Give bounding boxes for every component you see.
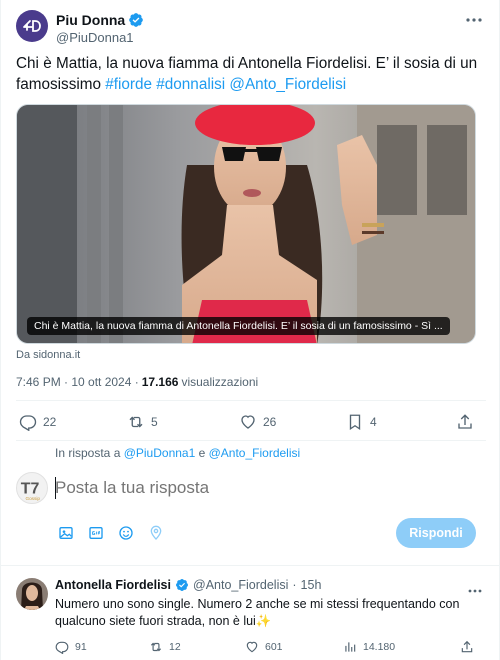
reply-author-avatar[interactable] — [16, 578, 48, 610]
like-count: 26 — [263, 415, 277, 429]
location-pin-icon[interactable] — [147, 524, 165, 542]
reply-like-count: 601 — [265, 641, 283, 653]
author-handle[interactable]: @PiuDonna1 — [56, 30, 144, 45]
divider — [1, 565, 500, 566]
like-action[interactable]: 26 — [239, 413, 276, 431]
reply-input[interactable] — [55, 476, 475, 500]
reply-header: Antonella Fiordelisi @Anto_Fiordelisi · … — [55, 578, 321, 592]
link-source[interactable]: Da sidonna.it — [16, 349, 80, 361]
reply-context-prefix: In risposta a — [55, 446, 124, 460]
reply-share-action[interactable] — [460, 640, 474, 654]
article-photo — [17, 105, 475, 343]
share-action[interactable] — [456, 413, 474, 431]
hashtag-link[interactable]: #donnalisi — [156, 76, 225, 93]
gif-icon[interactable] — [87, 524, 105, 542]
tweet-detail-view: Piu Donna @PiuDonna1 Chi è Mattia, la nu… — [0, 0, 500, 660]
reply-submit-button[interactable]: Rispondi — [396, 518, 476, 548]
link-card-title: Chi è Mattia, la nuova fiamma di Antonel… — [27, 317, 450, 335]
post-text: Chi è Mattia, la nuova fiamma di Antonel… — [16, 53, 478, 95]
compose-toolbar — [57, 524, 165, 542]
author-name[interactable]: Piu Donna — [56, 12, 125, 28]
post-header: Piu Donna @PiuDonna1 — [16, 10, 486, 46]
post-action-bar: 22 5 26 4 — [19, 413, 479, 433]
reply-reply-action[interactable]: 91 — [55, 640, 87, 654]
svg-text:T7: T7 — [21, 481, 40, 498]
reply-text: Numero uno sono single. Numero 2 anche s… — [55, 597, 460, 628]
verified-badge-icon — [176, 579, 188, 591]
link-card-image[interactable]: Chi è Mattia, la nuova fiamma di Antonel… — [16, 104, 476, 344]
like-heart-icon — [246, 641, 258, 653]
reply-action[interactable]: 22 — [19, 413, 56, 431]
more-options-icon[interactable] — [464, 12, 484, 28]
piu-donna-logo-icon — [23, 20, 41, 32]
current-user-avatar[interactable]: T7 Gossip — [16, 472, 48, 504]
reply-icon — [19, 415, 37, 431]
bookmark-count: 4 — [370, 415, 377, 429]
reply-action-bar: 91 12 601 14.180 — [55, 640, 485, 656]
reply-repost-action[interactable]: 12 — [149, 640, 181, 654]
bookmark-action[interactable]: 4 — [346, 413, 377, 431]
repost-count: 5 — [151, 415, 158, 429]
share-icon — [458, 414, 472, 429]
mention-link[interactable]: @Anto_Fiordelisi — [229, 76, 346, 93]
reply-context-user[interactable]: @Anto_Fiordelisi — [209, 446, 301, 460]
svg-text:Gossip: Gossip — [25, 496, 40, 501]
reply-views-count: 14.180 — [363, 641, 396, 653]
media-image-icon[interactable] — [57, 524, 75, 542]
reply-context-user[interactable]: @PiuDonna1 — [124, 446, 196, 460]
repost-action[interactable]: 5 — [127, 413, 158, 431]
divider — [16, 440, 486, 441]
t7-logo-icon: T7 Gossip — [21, 481, 41, 502]
verified-badge-icon — [129, 13, 144, 27]
repost-icon — [129, 416, 143, 428]
like-heart-icon — [241, 415, 255, 429]
author-avatar[interactable] — [16, 10, 48, 42]
reply-reply-count: 91 — [75, 641, 87, 653]
reply-author-handle[interactable]: @Anto_Fiordelisi — [193, 578, 288, 592]
reply-icon — [55, 641, 69, 654]
reply-views-action[interactable]: 14.180 — [343, 640, 395, 654]
reply-context: In risposta a @PiuDonna1 e @Anto_Fiordel… — [55, 446, 300, 460]
reply-repost-count: 12 — [169, 641, 181, 653]
reply-separator: · — [292, 578, 297, 592]
bookmark-icon — [349, 414, 361, 431]
post-timestamp[interactable]: 7:46 PM · 10 ott 2024 · — [16, 375, 139, 389]
reply-context-conj: e — [195, 446, 209, 460]
post-meta: 7:46 PM · 10 ott 2024 · 17.166 visualizz… — [16, 375, 258, 389]
divider — [16, 400, 486, 401]
share-icon — [461, 640, 473, 653]
views-label: visualizzazioni — [181, 375, 259, 389]
reply-like-action[interactable]: 601 — [245, 640, 283, 654]
reply-age[interactable]: 15h — [301, 578, 322, 592]
views-count: 17.166 — [141, 375, 179, 389]
emoji-icon[interactable] — [117, 524, 135, 542]
reply-author-name[interactable]: Antonella Fiordelisi — [55, 578, 171, 592]
repost-icon — [150, 642, 162, 652]
views-chart-icon — [345, 642, 356, 652]
reply-count: 22 — [43, 415, 57, 429]
hashtag-link[interactable]: #fiorde — [105, 76, 152, 93]
